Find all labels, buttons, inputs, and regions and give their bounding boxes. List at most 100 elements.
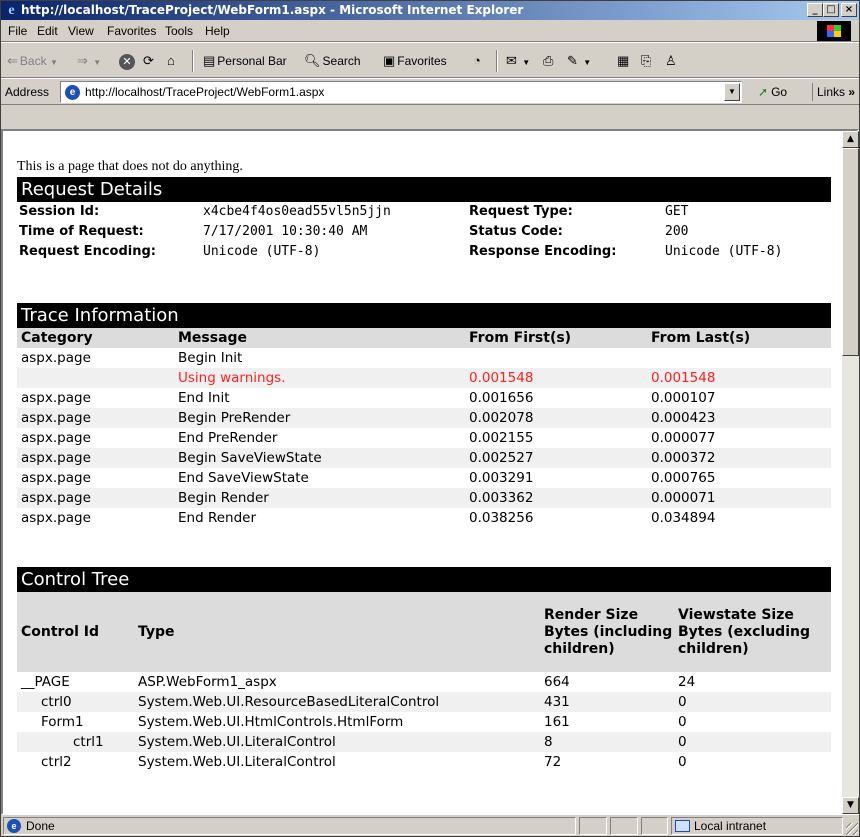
go-button[interactable]: ➚ Go: [758, 85, 787, 99]
control-tree-table: Control Id Type Render Size Bytes (inclu…: [17, 592, 831, 772]
cell-from-last: 0.000765: [651, 470, 716, 486]
cell-message: End SaveViewState: [178, 470, 309, 486]
table-row: ctrl2 System.Web.UI.LiteralControl 72 0: [17, 752, 831, 772]
col-viewstate-size: Viewstate Size Bytes (excluding children…: [674, 592, 831, 672]
cell-category: aspx.page: [21, 350, 91, 366]
address-input[interactable]: e http://localhost/TraceProject/WebForm1…: [60, 81, 742, 103]
col-type: Type: [134, 592, 540, 672]
scroll-down-button[interactable]: ▼: [842, 797, 859, 814]
table-row: aspx.page End Render 0.038256 0.034894: [17, 508, 831, 528]
menu-view[interactable]: View: [68, 24, 94, 38]
toolbar-separator: [192, 50, 194, 72]
page-done-icon: e: [7, 819, 21, 833]
page-icon: e: [65, 85, 80, 100]
refresh-button[interactable]: ⟳: [143, 52, 156, 70]
table-row: aspx.page End Init 0.001656 0.000107: [17, 388, 831, 408]
window-controls: _ □ ×: [807, 3, 857, 17]
cell-from-last: 0.001548: [647, 368, 831, 388]
personal-bar-button[interactable]: ▤ Personal Bar: [203, 52, 287, 70]
menu-file[interactable]: File: [8, 24, 27, 38]
stop-icon: ✕: [119, 54, 135, 70]
col-control-id: Control Id: [17, 592, 134, 672]
session-id-value: x4cbe4f4os0ead55vl5n5jjn: [203, 204, 391, 219]
request-type-value: GET: [665, 204, 689, 219]
personal-bar-label: Personal Bar: [217, 54, 287, 68]
forward-arrow-icon: ⇒: [77, 53, 88, 68]
mail-icon: ✉: [506, 53, 517, 68]
response-encoding-value: Unicode (UTF-8): [665, 244, 783, 259]
table-row-warning: Using warnings. 0.001548 0.001548: [17, 368, 831, 388]
print-button[interactable]: ⎙: [543, 52, 555, 70]
messenger-button[interactable]: ♙: [665, 52, 679, 70]
cell-category: [17, 368, 174, 388]
address-label: Address: [5, 85, 50, 99]
home-icon: ⌂: [167, 53, 175, 68]
status-bar: e Done Local intranet: [1, 815, 859, 836]
table-row: Form1 System.Web.UI.HtmlControls.HtmlFor…: [17, 712, 831, 732]
edit-button[interactable]: ✎ ▼: [567, 52, 591, 70]
forward-button[interactable]: ⇒ ▼: [77, 52, 101, 70]
cell-viewstate-size: 0: [678, 754, 687, 770]
back-button[interactable]: ⇐ Back ▼: [7, 52, 58, 70]
discuss-button[interactable]: ▦: [617, 52, 631, 70]
cell-from-last: 0.000107: [651, 390, 716, 406]
resize-grip[interactable]: [846, 823, 858, 835]
control-tree-header-row: Control Id Type Render Size Bytes (inclu…: [17, 592, 831, 672]
response-encoding-label: Response Encoding:: [469, 244, 617, 259]
home-button[interactable]: ⌂: [167, 52, 177, 70]
status-code-label: Status Code:: [469, 224, 563, 239]
stop-button[interactable]: ✕: [119, 52, 137, 70]
cell-from-last: 0.034894: [651, 510, 716, 526]
cell-render-size: 8: [540, 732, 674, 752]
menu-tools[interactable]: Tools: [165, 24, 193, 38]
zone-text: Local intranet: [694, 819, 767, 833]
minimize-button[interactable]: _: [807, 3, 823, 17]
favorites-button[interactable]: ▣ Favorites: [383, 52, 447, 70]
status-panel: [579, 817, 607, 835]
address-dropdown-button[interactable]: ▼: [724, 83, 740, 101]
cell-from-last: 0.000372: [647, 448, 831, 468]
mail-button[interactable]: ✉ ▼: [506, 52, 530, 70]
toolbar: ⇐ Back ▼ ⇒ ▼ ✕ ⟳ ⌂ ▤ Personal Bar 🔍︎ Search…: [1, 42, 859, 78]
links-button[interactable]: Links »: [812, 83, 855, 101]
search-button[interactable]: 🔍︎ Search: [304, 52, 361, 70]
discuss-icon: ▦: [617, 53, 630, 68]
trace-table: Category Message From First(s) From Last…: [17, 328, 831, 528]
col-from-first: From First(s): [465, 328, 647, 348]
cell-message: End PreRender: [178, 430, 278, 446]
cell-type: ASP.WebForm1_aspx: [138, 674, 277, 690]
messenger-icon: ♙: [665, 53, 677, 68]
menu-favorites[interactable]: Favorites: [107, 24, 156, 38]
cell-control-id: __PAGE: [21, 674, 70, 690]
go-label: Go: [771, 85, 788, 99]
title-bar[interactable]: e http://localhost/TraceProject/WebForm1…: [1, 1, 859, 20]
scroll-up-button[interactable]: ▲: [842, 131, 859, 148]
cell-viewstate-size: 0: [674, 692, 831, 712]
research-button[interactable]: ⎘: [641, 52, 653, 70]
col-render-size: Render Size Bytes (including children): [540, 592, 674, 672]
menu-edit[interactable]: Edit: [37, 24, 58, 38]
close-button[interactable]: ×: [841, 3, 857, 17]
favorites-label: Favorites: [397, 54, 447, 68]
print-icon: ⎙: [543, 53, 554, 68]
maximize-button[interactable]: □: [823, 3, 839, 17]
cell-message: End Init: [178, 390, 230, 406]
cell-from-first: 0.038256: [469, 510, 534, 526]
table-row: aspx.page Begin SaveViewState 0.002527 0…: [17, 448, 831, 468]
security-zone-panel[interactable]: Local intranet: [671, 817, 843, 835]
cell-control-id: ctrl1: [17, 732, 134, 752]
scroll-thumb[interactable]: [842, 148, 859, 356]
cell-render-size: 431: [540, 692, 674, 712]
menu-bar: File Edit View Favorites Tools Help: [1, 20, 859, 42]
trace-information-heading: Trace Information: [17, 303, 831, 328]
address-url: http://localhost/TraceProject/WebForm1.a…: [85, 85, 325, 99]
status-panel: [610, 817, 638, 835]
menu-help[interactable]: Help: [205, 24, 230, 38]
vertical-scrollbar[interactable]: ▲ ▼: [842, 131, 859, 814]
cell-type: System.Web.UI.LiteralControl: [138, 754, 336, 770]
cell-from-first: 0.003291: [469, 470, 534, 486]
cell-type: System.Web.UI.LiteralControl: [134, 732, 540, 752]
history-button[interactable]: ◔: [473, 52, 483, 70]
cell-from-last: 0.000071: [647, 488, 831, 508]
cell-from-first: 0.003362: [465, 488, 647, 508]
